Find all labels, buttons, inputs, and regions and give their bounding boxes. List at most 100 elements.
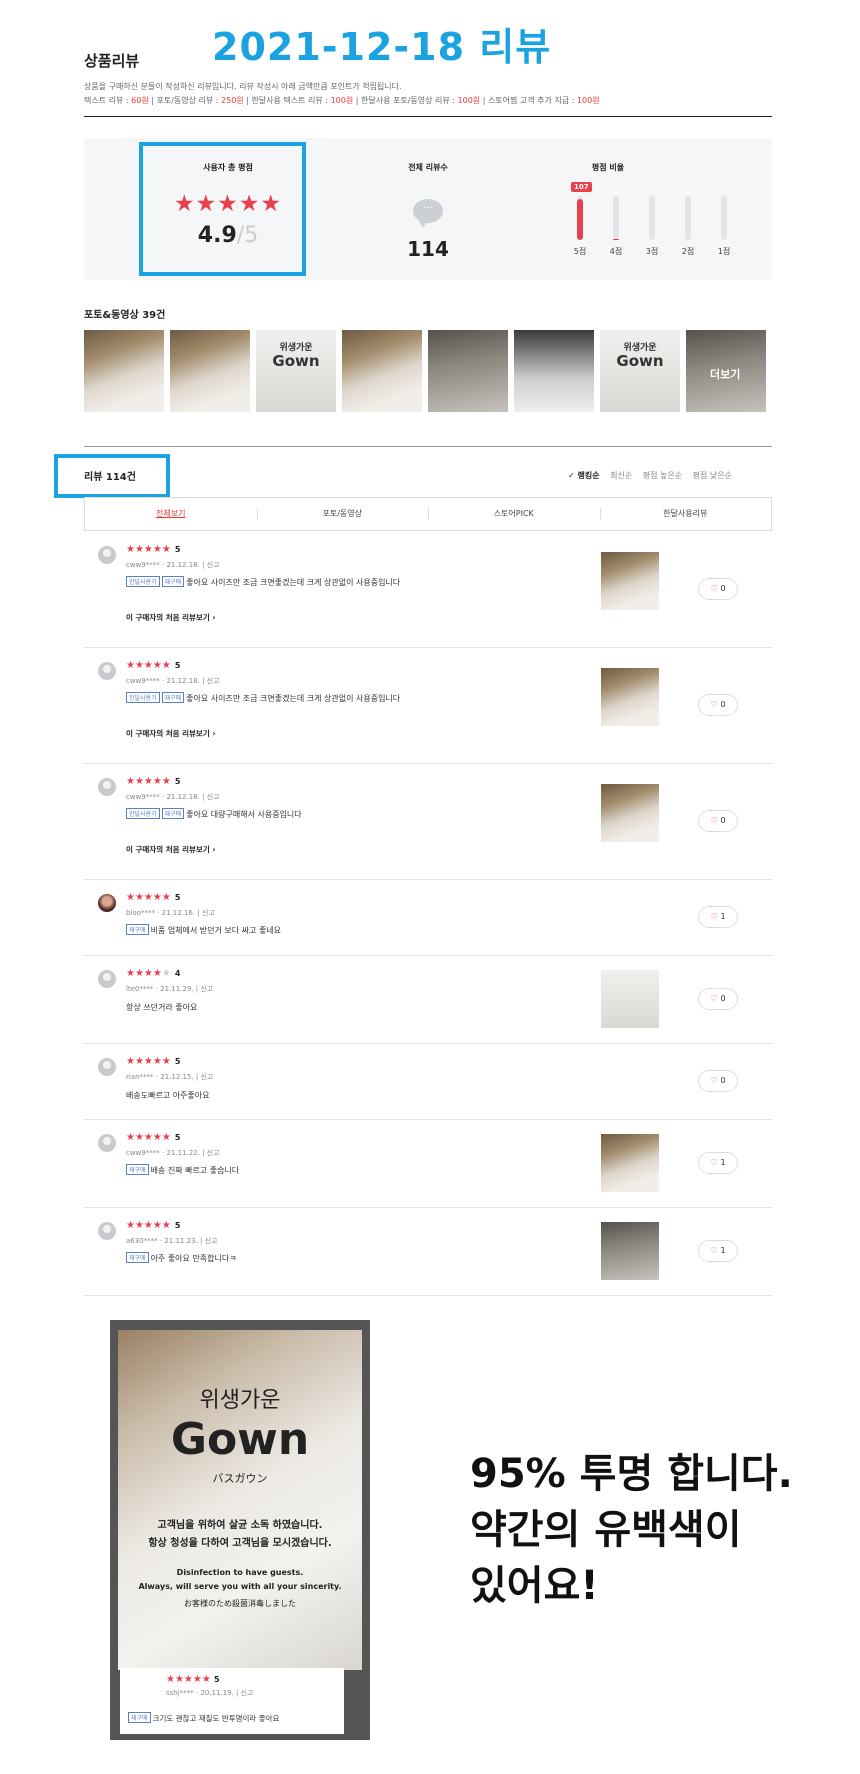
promo-line: 약간의 유백색이 (470, 1507, 742, 1553)
report-link[interactable]: 신고 (205, 1237, 218, 1245)
review-body: 재구매 아주 좋아요 만족합니다ㅋ (126, 1252, 237, 1264)
sort-ranking[interactable]: ✓ 랭킹순 (568, 471, 600, 480)
review-date: 21.12.18. (166, 793, 200, 801)
like-count: 1 (720, 912, 726, 921)
dist-bars: 5점 107 4점 3점 2점 1점 (538, 182, 738, 272)
review-text: 좋아요 대량구매해서 사용중입니다 (186, 810, 302, 819)
thumbs-up-icon: ♡ (710, 1158, 718, 1167)
review-photo[interactable] (601, 668, 659, 726)
dist-bar-label: 4점 (609, 247, 623, 256)
score: 5 (214, 1675, 220, 1684)
thumbs-up-icon: ♡ (710, 584, 718, 593)
photo-thumbnail[interactable] (342, 330, 422, 412)
photo-text: Disinfection to have guests. (176, 1568, 304, 1577)
avatar (98, 1222, 116, 1240)
review-body: 한달사용기 재구매 좋아요 사이즈만 조금 크면좋겠는데 크게 상관없이 사용중입니… (126, 692, 400, 704)
like-button[interactable]: ♡ 1 (698, 906, 738, 928)
like-count: 0 (720, 584, 726, 593)
photo-thumbnail[interactable] (84, 330, 164, 412)
review-stars: ★★★★★ 5 (126, 1220, 180, 1231)
review-photo[interactable] (601, 970, 659, 1028)
photo-thumbnail[interactable] (170, 330, 250, 412)
like-button[interactable]: ♡ 0 (698, 578, 738, 600)
review-item: ★★★★★ 5 cww9**** · 21.11.22. | 신고 재구매 배송 진짜 … (84, 1120, 772, 1208)
like-button[interactable]: ♡ 0 (698, 1070, 738, 1092)
photo-thumbnail[interactable]: 위생가운 Gown (256, 330, 336, 412)
review-photo[interactable] (601, 784, 659, 842)
more-photos-button[interactable]: 더보기 (686, 330, 766, 412)
like-button[interactable]: ♡ 0 (698, 694, 738, 716)
sort-high-rating[interactable]: 평점 높은순 (643, 471, 682, 480)
like-button[interactable]: ♡ 1 (698, 1240, 738, 1262)
review-text: 크기도 괜찮고 재질도 반투명이라 좋아요 (152, 1714, 280, 1723)
first-review-link[interactable]: 이 구매자의 처음 리뷰보기 › (126, 728, 215, 739)
dist-bar-fill (577, 199, 583, 240)
like-button[interactable]: ♡ 0 (698, 988, 738, 1010)
review-stars: ★★★★★ 5 (126, 1132, 180, 1143)
review-item: ★★★★★ 4 lte0**** · 21.11.29. | 신고 항상 쓰던거라 좋… (84, 956, 772, 1044)
first-review-link[interactable]: 이 구매자의 처음 리뷰보기 › (126, 612, 215, 623)
like-count: 0 (720, 700, 726, 709)
review-photo[interactable] (601, 1134, 659, 1192)
username: cww9**** (126, 793, 160, 801)
stars-on: ★★★★★ (126, 660, 171, 671)
report-link[interactable]: 신고 (207, 677, 220, 685)
report-link[interactable]: 신고 (207, 561, 220, 569)
avatar (98, 970, 116, 988)
like-button[interactable]: ♡ 1 (698, 1152, 738, 1174)
desc-item-value: 250원 (221, 96, 244, 105)
stars-on: ★★★★★ (126, 776, 171, 787)
review-score: 5 (174, 661, 181, 670)
photo-thumbnail[interactable] (514, 330, 594, 412)
sort-low-rating[interactable]: 평점 낮은순 (693, 471, 732, 480)
first-review-link[interactable]: 이 구매자의 처음 리뷰보기 › (126, 844, 215, 855)
photo-thumbnail[interactable]: 위생가운 Gown (600, 330, 680, 412)
desc-item-label: 한달사용 텍스트 리뷰 : (251, 96, 329, 105)
divider (84, 446, 772, 447)
report-link[interactable]: 신고 (200, 985, 213, 993)
review-badge: 재구매 (126, 1164, 149, 1175)
dist-bar (649, 196, 655, 240)
report-link[interactable]: 신고 (241, 1689, 254, 1697)
featured-text: 재구매 크기도 괜찮고 재질도 반투명이라 좋아요 (128, 1712, 279, 1724)
report-link[interactable]: 신고 (207, 1149, 220, 1157)
review-meta: cww9**** · 21.12.18. | 신고 (126, 793, 220, 801)
photo-text: Always, will serve you with all your sin… (138, 1582, 342, 1591)
review-meta: cww9**** · 21.12.18. | 신고 (126, 677, 220, 685)
review-photo[interactable] (601, 1222, 659, 1280)
review-text: 좋아요 사이즈만 조금 크면좋겠는데 크게 상관없이 사용중입니다 (186, 694, 401, 703)
review-date: 21.11.23. (164, 1237, 198, 1245)
featured-stars: ★★★★★ 5 (166, 1674, 220, 1685)
review-badge: 한달사용기 (126, 576, 160, 587)
review-date: 21.12.16. (161, 909, 196, 917)
like-count: 1 (720, 1246, 726, 1255)
thumb-text: Gown (272, 352, 320, 370)
review-score: 5 (174, 1221, 181, 1230)
desc-item-label: 텍스트 리뷰 : (84, 96, 129, 105)
photo-text: 고객님을 위하여 살균 소독 하였습니다. (157, 1520, 323, 1531)
review-text: 항상 쓰던거라 좋아요 (126, 1003, 198, 1012)
report-link[interactable]: 신고 (202, 909, 215, 917)
review-body: 재구매 배송 진짜 빠르고 좋습니다 (126, 1164, 239, 1176)
tab-month-use[interactable]: 한달사용리뷰 (599, 498, 772, 530)
report-link[interactable]: 신고 (207, 793, 220, 801)
review-text: 좋아요 사이즈만 조금 크면좋겠는데 크게 상관없이 사용중입니다 (186, 578, 401, 587)
review-body: 한달사용기 재구매 좋아요 사이즈만 조금 크면좋겠는데 크게 상관없이 사용중입니… (126, 576, 400, 588)
tab-all[interactable]: 전체보기 (85, 498, 257, 530)
dist-bar (721, 196, 727, 240)
report-link[interactable]: 신고 (200, 1073, 213, 1081)
tab-store-pick[interactable]: 스토어PICK (428, 498, 600, 530)
username: lte0**** (126, 985, 154, 993)
highlight-box (139, 142, 306, 276)
tab-photo-video[interactable]: 포토/동영상 (256, 498, 429, 530)
review-badge: 재구매 (161, 808, 185, 819)
sort-latest[interactable]: 최신순 (610, 471, 632, 480)
desc-line: 상품을 구매하신 분들이 작성하신 리뷰입니다. 리뷰 작성시 아래 금액만큼 … (84, 82, 402, 91)
like-button[interactable]: ♡ 0 (698, 810, 738, 832)
sort-options: ✓ 랭킹순 최신순 평점 높은순 평점 낮은순 (560, 470, 732, 481)
photo-thumbnail[interactable] (428, 330, 508, 412)
review-score: 4 (174, 969, 181, 978)
review-photo[interactable] (601, 552, 659, 610)
like-count: 0 (720, 816, 726, 825)
stars: ★★★★★ (166, 1674, 211, 1685)
